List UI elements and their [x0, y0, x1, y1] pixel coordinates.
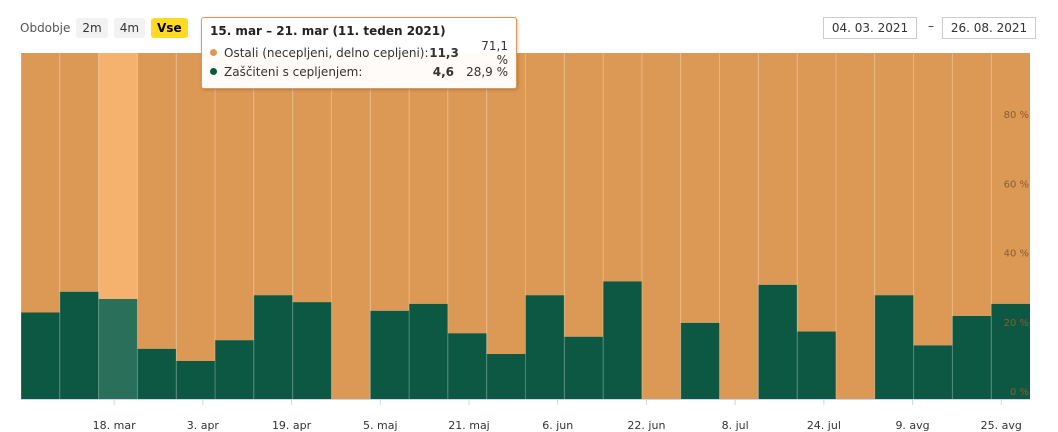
bar-others[interactable] — [835, 53, 875, 399]
bar-protected[interactable] — [59, 291, 99, 399]
tooltip-row-percent: 28,9 % — [466, 64, 508, 79]
x-tick-label: 24. jul — [807, 419, 841, 432]
bar-protected[interactable] — [952, 315, 992, 399]
tooltip-row-name: Ostali (necepljeni, delno cepljeni): — [224, 45, 429, 60]
tooltip-row-value: 4,6 — [432, 64, 454, 79]
bar-others[interactable] — [215, 53, 254, 341]
bar-others[interactable] — [331, 53, 371, 399]
chart-tooltip: 15. mar – 21. mar (11. teden 2021) Ostal… — [201, 17, 517, 89]
bar-protected[interactable] — [447, 333, 487, 399]
bars-group — [20, 53, 1030, 400]
bar-others[interactable] — [603, 53, 642, 282]
tooltip-row-name: Zaščiteni s cepljenjem: — [224, 64, 363, 79]
bar-others[interactable] — [253, 53, 293, 296]
bar-others[interactable] — [409, 53, 448, 304]
tooltip-row-value: 11,3 — [429, 45, 459, 60]
x-tick-label: 21. maj — [448, 419, 490, 432]
vaccination-share-chart: 0 % 20 % 40 % 60 % 80 % 18. mar 3. apr 19. apr… — [20, 53, 1030, 432]
bar-others[interactable] — [913, 53, 953, 346]
bar-protected[interactable] — [564, 336, 604, 399]
bar-others[interactable] — [447, 53, 487, 334]
bar-protected[interactable] — [603, 281, 642, 399]
bar-protected[interactable] — [137, 348, 177, 399]
y-tick-label: 0 % — [1010, 387, 1029, 398]
x-tick-label: 22. jun — [627, 419, 665, 432]
tooltip-row-percent: 71,1 % — [481, 38, 508, 67]
bar-others[interactable] — [59, 53, 99, 292]
bar-protected[interactable] — [409, 303, 448, 399]
bar-protected[interactable] — [215, 340, 254, 399]
bar-others[interactable] — [292, 53, 332, 303]
bar-protected[interactable] — [486, 354, 526, 399]
bar-others[interactable] — [137, 53, 177, 349]
x-tick-label: 19. apr — [272, 419, 312, 432]
bar-others[interactable] — [797, 53, 836, 332]
x-tick-label: 6. jun — [542, 419, 573, 432]
y-tick-label: 80 % — [1004, 110, 1029, 121]
bar-others[interactable] — [680, 53, 720, 323]
bar-protected[interactable] — [253, 295, 293, 399]
bar-protected[interactable] — [680, 322, 720, 399]
x-tick-label: 8. jul — [722, 419, 749, 432]
bar-protected[interactable] — [98, 299, 138, 399]
x-tick-label: 5. maj — [363, 419, 398, 432]
tooltip-title: 15. mar – 21. mar (11. teden 2021) — [210, 24, 446, 38]
bar-others[interactable] — [719, 53, 759, 399]
bar-protected[interactable] — [292, 302, 332, 399]
y-tick-label: 40 % — [1004, 249, 1029, 260]
x-tick-label: 18. mar — [93, 419, 136, 432]
bar-protected[interactable] — [758, 284, 798, 399]
x-tick-label: 9. avg — [895, 419, 929, 432]
tooltip-row-protected: Zaščiteni s cepljenjem: 4,6 28,9 % — [210, 62, 508, 81]
bar-protected[interactable] — [370, 310, 410, 399]
y-tick-label: 60 % — [1004, 179, 1029, 190]
bar-protected[interactable] — [21, 312, 60, 400]
bar-others[interactable] — [564, 53, 604, 337]
y-tick-label: 20 % — [1004, 318, 1029, 329]
bar-others[interactable] — [98, 53, 138, 300]
bar-others[interactable] — [641, 53, 681, 399]
bar-protected[interactable] — [797, 331, 836, 399]
tooltip-row-others: Ostali (necepljeni, delno cepljeni): 11,… — [210, 39, 508, 67]
bar-protected[interactable] — [874, 295, 914, 399]
bar-others[interactable] — [525, 53, 565, 296]
bar-others[interactable] — [370, 53, 410, 311]
bar-others[interactable] — [176, 53, 216, 361]
bar-others[interactable] — [21, 53, 60, 313]
x-axis-ticks: 18. mar 3. apr 19. apr 5. maj 21. maj 6. jun 2… — [93, 399, 1022, 432]
bar-protected[interactable] — [525, 295, 565, 399]
bar-protected[interactable] — [913, 345, 953, 399]
protected-color-dot — [210, 68, 217, 75]
bar-others[interactable] — [874, 53, 914, 296]
bar-others[interactable] — [952, 53, 992, 316]
bar-protected[interactable] — [176, 360, 216, 399]
bar-others[interactable] — [486, 53, 526, 355]
bar-others[interactable] — [758, 53, 798, 285]
x-tick-label: 3. apr — [187, 419, 220, 432]
others-color-dot — [210, 49, 217, 56]
x-tick-label: 25. avg — [981, 419, 1022, 432]
